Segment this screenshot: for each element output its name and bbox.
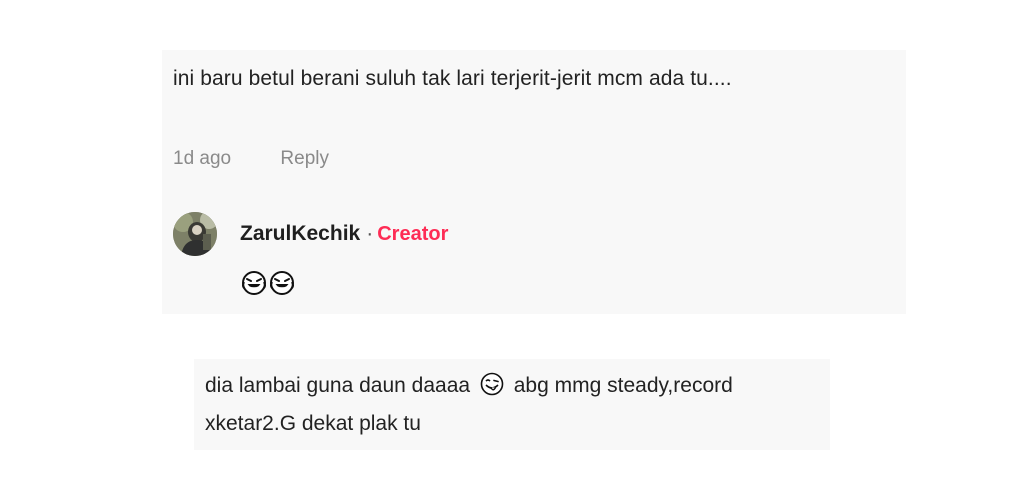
creator-badge: Creator xyxy=(377,223,449,245)
comment-meta: 1d ago Reply xyxy=(173,146,329,172)
comment-text: dia lambai guna daun daaaa abg mmg stead… xyxy=(205,367,805,443)
reply-button[interactable]: Reply xyxy=(280,146,329,172)
comment-text: ini baru betul berani suluh tak lari ter… xyxy=(173,67,732,90)
avatar[interactable] xyxy=(173,212,217,256)
avatar-image xyxy=(173,212,217,256)
laughing-tears-emoji-icon xyxy=(242,271,266,295)
reply-author-name[interactable]: ZarulKechik xyxy=(240,222,360,245)
reply-text xyxy=(241,270,295,302)
comments-page: ini baru betul berani suluh tak lari ter… xyxy=(0,0,1024,500)
laughing-tears-emoji-icon xyxy=(270,271,294,295)
comment-card: dia lambai guna daun daaaa abg mmg stead… xyxy=(194,359,830,450)
comment-card: ini baru betul berani suluh tak lari ter… xyxy=(162,50,906,314)
reply-author-line: ZarulKechik · Creator xyxy=(240,220,448,248)
comment-timestamp: 1d ago xyxy=(173,148,232,169)
winking-tongue-emoji-icon xyxy=(480,372,504,396)
separator-dot: · xyxy=(366,222,374,245)
comment-text-part: dia lambai guna daun daaaa xyxy=(205,374,471,397)
